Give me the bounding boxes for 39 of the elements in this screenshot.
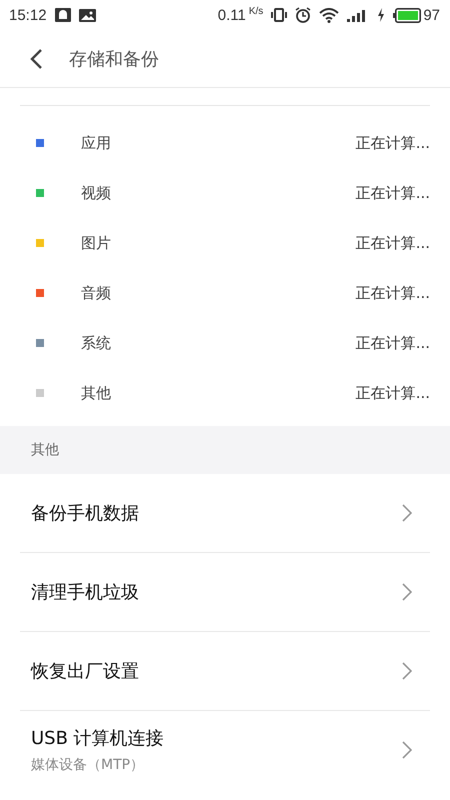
section-title: 其他 — [31, 441, 59, 459]
status-time: 15:12 — [9, 6, 47, 24]
chevron-right-icon — [402, 741, 412, 759]
vibrate-icon — [271, 8, 288, 22]
storage-size: 正在计算... — [356, 134, 430, 152]
storage-category: 应用 — [81, 134, 112, 152]
menu-item[interactable]: 备份手机数据 — [20, 474, 430, 552]
menu-item-title: 清理手机垃圾 — [31, 581, 140, 604]
storage-size: 正在计算... — [356, 184, 430, 202]
menu-item-title: USB 计算机连接 — [31, 727, 165, 750]
menu-item[interactable]: 清理手机垃圾 — [20, 552, 430, 631]
wifi-icon — [319, 8, 340, 22]
storage-category: 音频 — [81, 284, 112, 302]
menu-item-title: 备份手机数据 — [31, 502, 140, 525]
menu-item-title: 恢复出厂设置 — [31, 660, 140, 683]
battery-percent: 97 — [423, 6, 440, 24]
storage-category: 其他 — [81, 384, 112, 402]
storage-category: 视频 — [81, 184, 112, 202]
alarm-icon — [295, 7, 312, 23]
menu-item-subtitle: 媒体设备（MTP） — [31, 756, 146, 774]
storage-size: 正在计算... — [356, 334, 430, 352]
menu-item[interactable]: USB 计算机连接 媒体设备（MTP） — [20, 710, 430, 789]
speed-unit: K/s — [248, 6, 264, 17]
chevron-right-icon — [402, 662, 412, 680]
image-icon — [78, 8, 96, 22]
chevron-right-icon — [402, 583, 412, 601]
storage-category: 图片 — [81, 234, 112, 252]
back-icon[interactable] — [29, 48, 43, 70]
storage-category: 系统 — [81, 334, 112, 352]
storage-size: 正在计算... — [356, 234, 430, 252]
battery-icon — [393, 8, 422, 22]
network-speed: 0.11 — [218, 6, 246, 24]
storage-size: 正在计算... — [356, 284, 430, 302]
notification-icon — [54, 8, 71, 22]
menu-item[interactable]: 恢复出厂设置 — [20, 631, 430, 710]
charging-icon — [377, 8, 386, 22]
page-title: 存储和备份 — [69, 48, 159, 70]
chevron-right-icon — [402, 504, 412, 522]
storage-size: 正在计算... — [356, 384, 430, 402]
